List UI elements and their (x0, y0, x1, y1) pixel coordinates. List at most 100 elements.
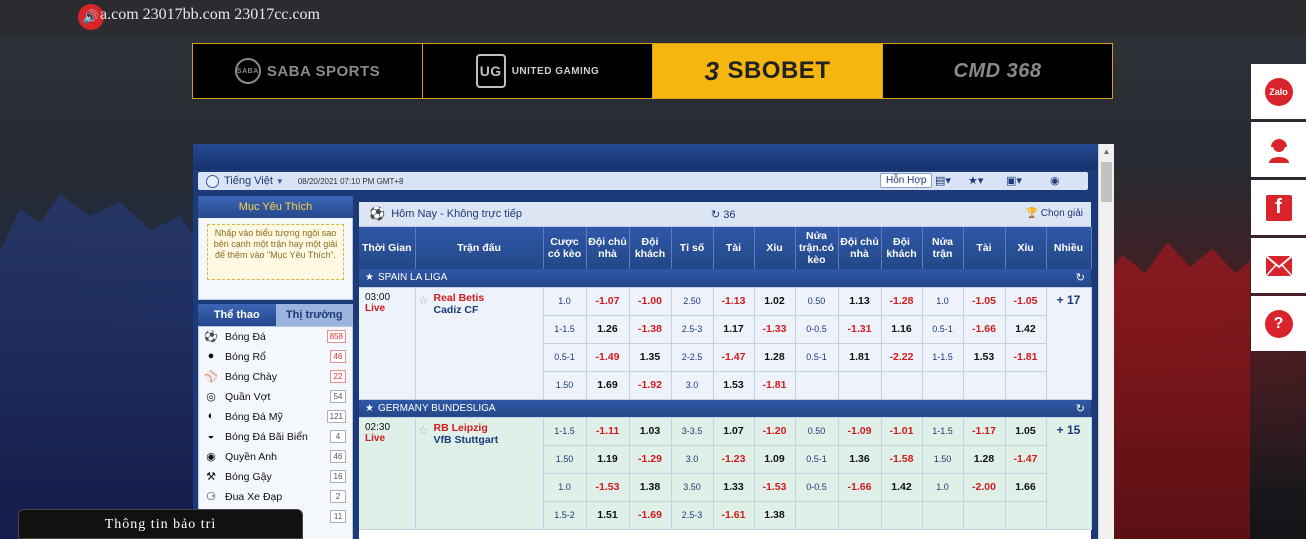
odds-cell[interactable]: 1.5-2 (543, 501, 587, 530)
odds-cell[interactable]: -1.53 (586, 473, 630, 502)
star-icon[interactable]: ★ (365, 403, 374, 414)
odds-cell[interactable]: -1.23 (713, 445, 755, 474)
odds-cell[interactable]: -1.05 (1005, 287, 1047, 316)
view-mode-icon[interactable]: ▣▾ (1006, 174, 1022, 187)
odds-cell[interactable]: -1.13 (713, 287, 755, 316)
maintenance-info-tab[interactable]: Thông tin bảo trì (18, 509, 303, 539)
odds-cell[interactable]: -1.29 (629, 445, 672, 474)
odds-cell[interactable]: 1.02 (754, 287, 796, 316)
mail-button[interactable] (1251, 238, 1306, 293)
odds-cell[interactable]: 1.36 (838, 445, 882, 474)
odds-cell[interactable]: -1.11 (586, 417, 630, 446)
odds-cell[interactable]: 1-1.5 (922, 343, 964, 372)
odds-type-icon[interactable]: ▤▾ (935, 174, 951, 187)
odds-cell[interactable]: 1.66 (1005, 473, 1047, 502)
odds-cell[interactable]: 2-2.5 (671, 343, 714, 372)
sport-item[interactable]: ⚆ Đua Xe Đạp 2 (199, 487, 352, 507)
sport-item[interactable]: ⚽ Bóng Đá 858 (199, 327, 352, 347)
odds-cell[interactable]: 1.09 (754, 445, 796, 474)
support-button[interactable] (1251, 122, 1306, 177)
odds-cell[interactable]: 1.35 (629, 343, 672, 372)
star-icon[interactable]: ★ (365, 272, 374, 283)
provider-saba-sports[interactable]: SABA SABA SPORTS (193, 44, 423, 98)
odds-cell[interactable]: 1.42 (881, 473, 923, 502)
odds-cell[interactable]: 1.50 (543, 445, 587, 474)
odds-cell[interactable]: -1.28 (881, 287, 923, 316)
refresh-icon[interactable]: ↻ (1076, 271, 1085, 284)
odds-cell[interactable]: -2.22 (881, 343, 923, 372)
tab-markets[interactable]: Thị trường (275, 304, 353, 326)
refresh-icon[interactable]: ↻ (1076, 402, 1085, 415)
odds-cell[interactable]: -2.00 (963, 473, 1006, 502)
sound-toggle-icon[interactable]: ◉ (1050, 174, 1060, 187)
sport-item[interactable]: ◎ Quần Vợt 54 (199, 387, 352, 407)
odds-cell[interactable]: 1-1.5 (922, 417, 964, 446)
odds-cell[interactable]: 1.28 (754, 343, 796, 372)
choose-league-button[interactable]: 🏆 Chọn giải (1026, 208, 1084, 219)
help-button[interactable]: ? (1251, 296, 1306, 351)
odds-cell[interactable]: 0.5-1 (543, 343, 587, 372)
odds-cell[interactable]: 2.5-3 (671, 315, 714, 344)
odds-cell[interactable]: -1.01 (881, 417, 923, 446)
odds-cell[interactable]: 2.5-3 (671, 501, 714, 530)
sport-item[interactable]: ⚾ Bóng Chày 22 (199, 367, 352, 387)
odds-cell[interactable]: 2.50 (671, 287, 714, 316)
language-select[interactable]: Tiếng Việt (224, 175, 273, 187)
odds-cell[interactable]: -1.05 (963, 287, 1006, 316)
odds-cell[interactable]: 3.0 (671, 371, 714, 400)
odds-cell[interactable]: -1.66 (963, 315, 1006, 344)
match-teams[interactable]: ☆ Real Betis Cadiz CF (415, 287, 544, 400)
odds-cell[interactable]: 1.19 (586, 445, 630, 474)
odds-cell[interactable]: -1.66 (838, 473, 882, 502)
league-cell[interactable]: ★ GERMANY BUNDESLIGA ↻ (359, 399, 1091, 418)
odds-cell[interactable]: 1.53 (713, 371, 755, 400)
odds-cell[interactable]: 1.26 (586, 315, 630, 344)
odds-cell[interactable]: 1.07 (713, 417, 755, 446)
odds-cell[interactable]: -1.92 (629, 371, 672, 400)
star-outline-icon[interactable]: ☆ (419, 294, 429, 307)
odds-cell[interactable]: -1.20 (754, 417, 796, 446)
mix-parlay-button[interactable]: Hỗn Hợp (880, 173, 933, 188)
odds-cell[interactable]: 3-3.5 (671, 417, 714, 446)
odds-cell[interactable]: 3.0 (671, 445, 714, 474)
odds-cell[interactable]: -1.00 (629, 287, 672, 316)
match-count[interactable]: ↻ 36 (711, 208, 736, 221)
odds-cell[interactable]: 1.16 (881, 315, 923, 344)
provider-united-gaming[interactable]: UG UNITED GAMING (423, 44, 653, 98)
zalo-button[interactable]: Zalo (1251, 64, 1306, 119)
odds-cell[interactable]: 1.28 (963, 445, 1006, 474)
odds-cell[interactable]: 1.69 (586, 371, 630, 400)
odds-cell[interactable]: 0.5-1 (795, 343, 839, 372)
odds-cell[interactable]: 1.0 (922, 287, 964, 316)
odds-cell[interactable]: -1.38 (629, 315, 672, 344)
odds-cell[interactable]: 0.50 (795, 287, 839, 316)
odds-cell[interactable]: 3.50 (671, 473, 714, 502)
odds-cell[interactable]: 1.0 (543, 287, 587, 316)
odds-cell[interactable]: -1.07 (586, 287, 630, 316)
odds-cell[interactable]: 0.5-1 (795, 445, 839, 474)
odds-cell[interactable]: -1.47 (713, 343, 755, 372)
odds-cell[interactable]: 1.50 (543, 371, 587, 400)
odds-cell[interactable]: -1.61 (713, 501, 755, 530)
odds-cell[interactable]: 1-1.5 (543, 315, 587, 344)
sport-item[interactable]: ◒ Bóng Đá Bãi Biển 4 (199, 427, 352, 447)
favorite-star-icon[interactable]: ★▾ (968, 174, 983, 187)
odds-cell[interactable]: 0.5-1 (922, 315, 964, 344)
provider-sbobet[interactable]: 3 SBOBET (653, 44, 883, 98)
match-teams[interactable]: ☆ RB Leipzig VfB Stuttgart (415, 417, 544, 530)
odds-cell[interactable]: -1.33 (754, 315, 796, 344)
tab-sports[interactable]: Thể thao (198, 304, 276, 326)
star-outline-icon[interactable]: ☆ (419, 424, 429, 437)
odds-cell[interactable]: 1.17 (713, 315, 755, 344)
odds-cell[interactable]: 1.50 (922, 445, 964, 474)
sport-item[interactable]: ◉ Quyền Anh 46 (199, 447, 352, 467)
odds-cell[interactable]: 1.42 (1005, 315, 1047, 344)
odds-cell[interactable]: 1.53 (963, 343, 1006, 372)
odds-cell[interactable]: -1.17 (963, 417, 1006, 446)
odds-cell[interactable]: 1.0 (543, 473, 587, 502)
odds-cell[interactable]: 1.81 (838, 343, 882, 372)
odds-cell[interactable]: -1.09 (838, 417, 882, 446)
odds-cell[interactable]: -1.31 (838, 315, 882, 344)
odds-cell[interactable]: 1.51 (586, 501, 630, 530)
odds-cell[interactable]: 1.33 (713, 473, 755, 502)
